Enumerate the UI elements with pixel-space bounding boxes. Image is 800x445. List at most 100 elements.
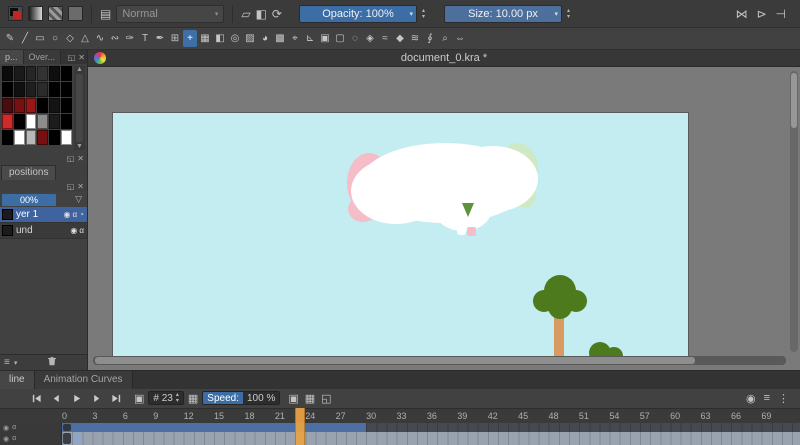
preserve-alpha-icon[interactable]: ◧ — [256, 8, 267, 20]
layer-opacity-slider[interactable]: 00% — [2, 194, 56, 206]
tool-measure[interactable]: ⊾ — [303, 30, 317, 47]
dock-tab-overview[interactable]: Over... — [24, 50, 62, 64]
layer-visibility-icon[interactable]: ◉ — [64, 210, 71, 219]
palette-swatch[interactable] — [37, 82, 48, 97]
previous-frame-button[interactable] — [48, 390, 64, 406]
tool-bezier[interactable]: ∿ — [93, 30, 107, 47]
skip-to-start-button[interactable] — [28, 390, 44, 406]
tool-transform[interactable]: ⊞ — [168, 30, 182, 47]
tool-freehand-path[interactable]: ∾ — [108, 30, 122, 47]
next-frame-button[interactable] — [88, 390, 104, 406]
float-dock-icon[interactable]: ◱ — [67, 182, 75, 191]
dock-tab-palette[interactable]: p... — [0, 50, 24, 64]
palette-swatch[interactable] — [61, 66, 72, 81]
close-dock-icon[interactable]: ✕ — [78, 53, 85, 62]
tab-compositions[interactable]: positions — [1, 165, 56, 180]
tool-contiguous-select[interactable]: ◆ — [393, 30, 407, 47]
canvas-vertical-scrollbar[interactable] — [790, 71, 798, 352]
float-dock-icon[interactable]: ◱ — [68, 53, 76, 62]
scroll-down-icon[interactable]: ▼ — [76, 143, 83, 150]
brush-size-slider[interactable]: Size: 10.00 px ▾ — [444, 5, 562, 23]
track-header-background[interactable]: ◉ α — [0, 432, 62, 445]
frame-spinner[interactable]: ▴▾ — [176, 392, 179, 404]
brush-editor-toggle[interactable] — [68, 6, 83, 21]
workspace-chooser-icon[interactable]: ⊣ — [776, 8, 786, 20]
palette-swatch[interactable] — [2, 114, 13, 129]
frame-settings-icon[interactable]: ▦ — [188, 392, 198, 405]
float-dock-icon[interactable]: ◱ — [67, 154, 75, 163]
palette-swatch[interactable] — [61, 82, 72, 97]
tool-text[interactable]: T — [138, 30, 152, 47]
size-spinner[interactable]: ▴▾ — [567, 8, 570, 20]
audio-options-icon[interactable]: ◉ — [746, 392, 756, 405]
reload-preset-icon[interactable]: ⟳ — [272, 8, 282, 20]
palette-swatch[interactable] — [26, 82, 37, 97]
layer-visibility-icon[interactable]: ◉ — [70, 226, 77, 235]
tool-polygon-select[interactable]: ◈ — [363, 30, 377, 47]
layer-row-background[interactable]: und ◉ α — [0, 223, 87, 239]
wrap-around-icon[interactable]: ⊳ — [756, 8, 766, 20]
palette-swatch[interactable] — [14, 98, 25, 113]
tool-zoom[interactable]: ⌕ — [438, 30, 452, 47]
palette-swatch[interactable] — [26, 130, 37, 145]
palette-swatch[interactable] — [49, 98, 60, 113]
tool-polygon[interactable]: ◇ — [63, 30, 77, 47]
tool-edit-shapes[interactable]: ✒ — [153, 30, 167, 47]
chevron-down-icon[interactable]: ▾ — [14, 359, 18, 367]
scroll-up-icon[interactable]: ▲ — [76, 66, 83, 73]
current-frame-spinbox[interactable]: # 23 ▴▾ — [148, 391, 183, 405]
layer-visibility-icon[interactable]: ◉ — [3, 435, 9, 443]
tool-rectangle[interactable]: ▭ — [33, 30, 47, 47]
layer-filter-icon[interactable]: ▽ — [75, 194, 85, 205]
tool-pattern[interactable]: ▨ — [243, 30, 257, 47]
palette-swatch[interactable] — [14, 82, 25, 97]
close-dock-icon[interactable]: ✕ — [77, 182, 84, 191]
tool-freehand-select[interactable]: ≈ — [378, 30, 392, 47]
timeline-menu-icon[interactable]: ≡ — [764, 392, 770, 405]
inherit-alpha-icon[interactable]: ◔ — [79, 210, 84, 219]
tool-ellipse-select[interactable]: ◌ — [348, 30, 362, 47]
keyframe-frame-0[interactable] — [63, 433, 71, 444]
track-header-layer1[interactable]: ◉ α — [0, 423, 62, 432]
tool-ellipse[interactable]: ○ — [48, 30, 62, 47]
tab-animation-curves[interactable]: Animation Curves — [35, 371, 133, 389]
timeline-ruler[interactable]: 0 3 6 9 12 15 18 21 24 27 30 33 — [0, 408, 800, 423]
palette-swatch[interactable] — [61, 98, 72, 113]
playhead[interactable] — [295, 408, 305, 445]
tool-similar-select[interactable]: ≋ — [408, 30, 422, 47]
play-button[interactable] — [68, 390, 84, 406]
layer-row-paint-layer-1[interactable]: yer 1 ◉ α ◔ — [0, 207, 87, 223]
palette-scrollbar[interactable]: ▲ ▼ — [74, 66, 85, 150]
keyframe-frame-1[interactable] — [73, 433, 81, 444]
palette-swatch[interactable] — [37, 98, 48, 113]
scrollbar-track[interactable] — [76, 74, 83, 142]
palette-swatch[interactable] — [26, 98, 37, 113]
palette-swatch[interactable] — [2, 98, 13, 113]
layout-icon[interactable]: ◱ — [321, 392, 331, 405]
palette-swatch[interactable] — [37, 66, 48, 81]
tool-dynamic-brush[interactable]: ✑ — [123, 30, 137, 47]
frame-display-icon[interactable]: ▦ — [305, 392, 315, 405]
palette-swatch[interactable] — [49, 66, 60, 81]
track-grid-layer1[interactable] — [62, 423, 800, 432]
tool-rect-select[interactable]: ▢ — [333, 30, 347, 47]
palette-swatch[interactable] — [2, 66, 13, 81]
alpha-lock-icon[interactable]: α — [73, 210, 78, 219]
keyframe-frame-0[interactable] — [63, 424, 71, 431]
mirror-horizontal-icon[interactable]: ⋈ — [735, 8, 747, 20]
blending-mode-dropdown[interactable]: Normal ▾ — [116, 5, 224, 23]
palette-swatch[interactable] — [14, 114, 25, 129]
alpha-lock-icon[interactable]: α — [12, 424, 16, 431]
palette-swatch[interactable] — [37, 114, 48, 129]
palette-swatch[interactable] — [26, 66, 37, 81]
layer-menu-icon[interactable]: ≡ — [4, 357, 10, 368]
tool-gradient[interactable]: ◧ — [213, 30, 227, 47]
fg-bg-color-swatch[interactable] — [8, 6, 23, 21]
playback-speed-field[interactable]: Speed: 100 % — [202, 391, 280, 405]
palette-swatch[interactable] — [49, 82, 60, 97]
scrollbar-thumb[interactable] — [791, 73, 797, 128]
tool-reference-images[interactable]: ▣ — [318, 30, 332, 47]
palette-swatch[interactable] — [61, 130, 72, 145]
palette-swatch[interactable] — [2, 82, 13, 97]
eraser-mode-icon[interactable]: ▱ — [241, 8, 250, 20]
